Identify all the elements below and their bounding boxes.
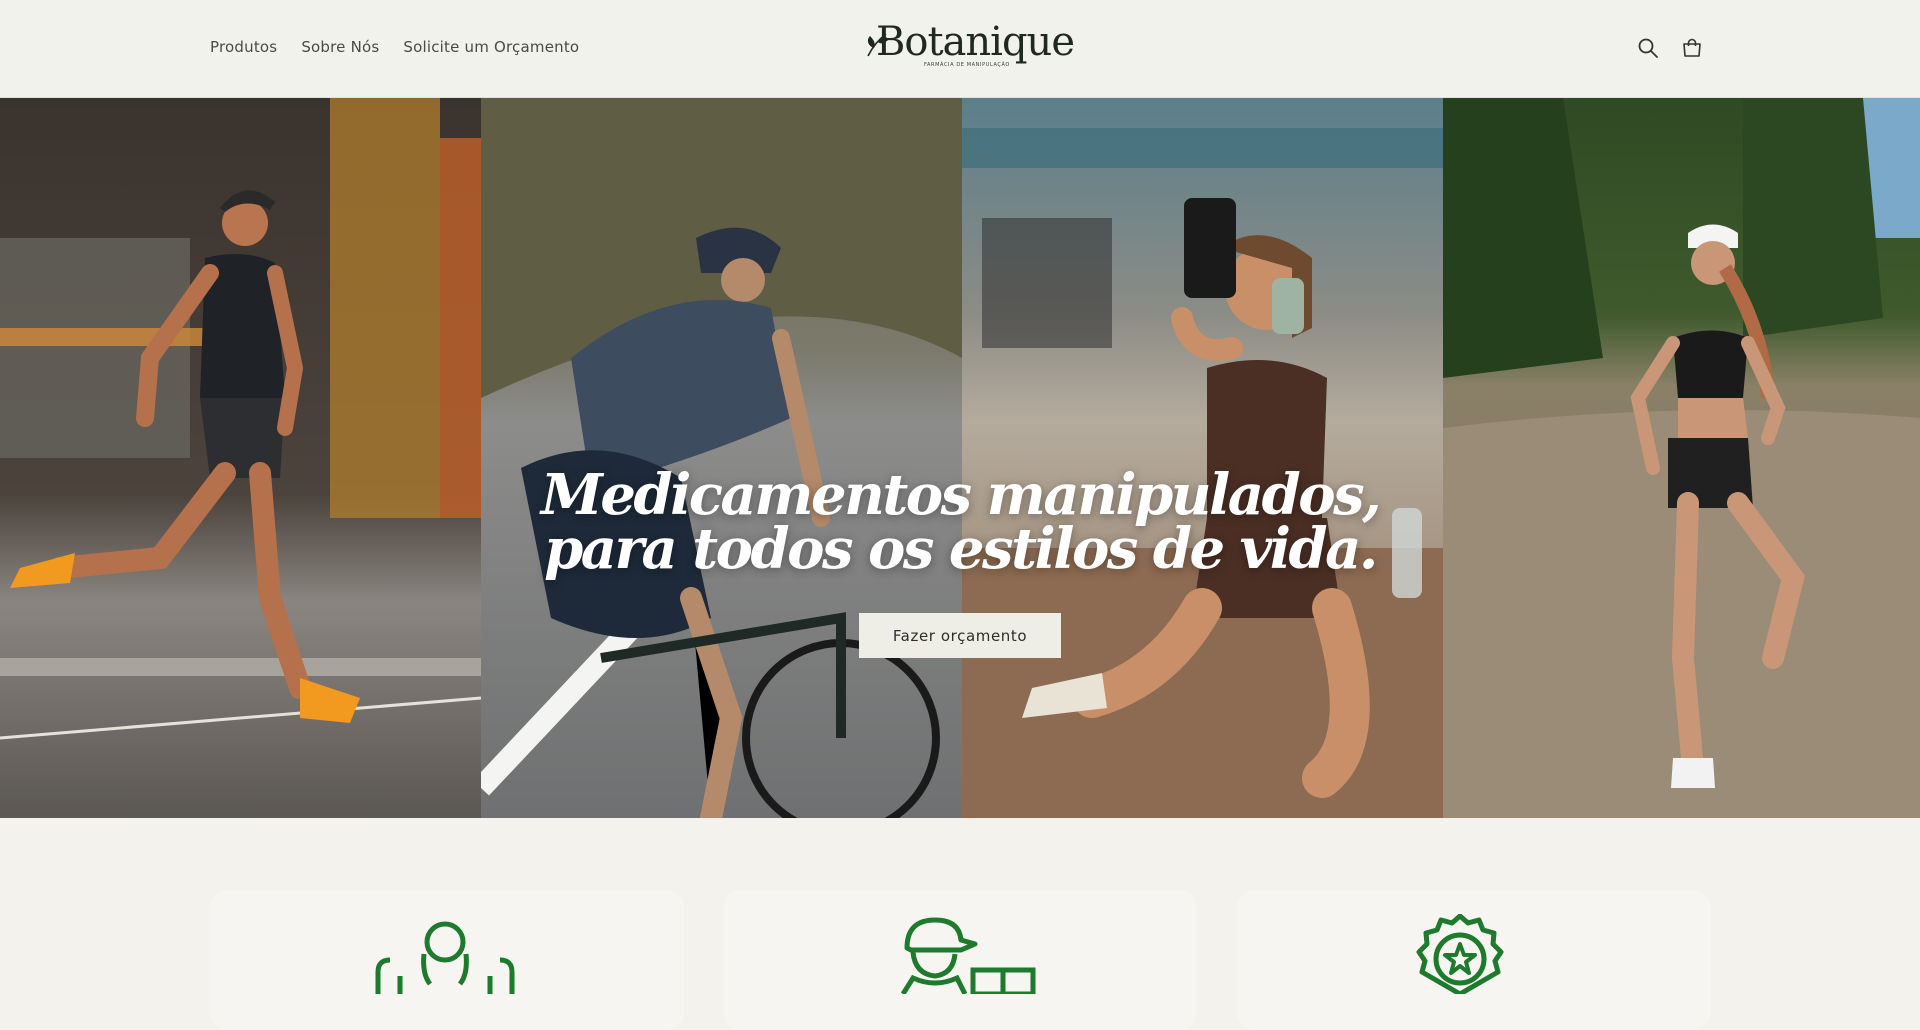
hero-image-runner-city	[0, 98, 481, 818]
nav-link-orcamento[interactable]: Solicite um Orçamento	[403, 38, 579, 56]
logo-wordmark: Botanique	[876, 19, 1075, 65]
hero-title-line-1: Medicamentos manipulados,	[540, 462, 1382, 528]
nav-link-produtos[interactable]: Produtos	[210, 38, 277, 56]
hero-image-gym-selfie	[962, 98, 1443, 818]
quality-badge-icon	[1416, 914, 1504, 994]
feature-card-2	[723, 890, 1197, 1030]
search-icon[interactable]	[1636, 36, 1660, 60]
main-nav: Produtos Sobre Nós Solicite um Orçamento	[210, 38, 579, 56]
logo-tagline: FARMÁCIA DE MANIPULAÇÃO	[924, 62, 1010, 68]
request-quote-button[interactable]: Fazer orçamento	[859, 613, 1061, 658]
hero-image-cyclist	[481, 98, 962, 818]
cart-icon[interactable]	[1680, 36, 1704, 60]
brand-logo[interactable]: Botanique FARMÁCIA DE MANIPULAÇÃO	[866, 19, 1075, 74]
hero-title: Medicamentos manipulados, para todos os …	[0, 462, 1920, 582]
feature-card-3	[1237, 890, 1711, 1030]
hero-image-trail-runner	[1443, 98, 1920, 818]
feature-card-1	[210, 890, 684, 1030]
nav-link-sobre-nos[interactable]: Sobre Nós	[301, 38, 379, 56]
site-header: Produtos Sobre Nós Solicite um Orçamento…	[0, 0, 1920, 98]
delivery-person-icon	[900, 917, 1036, 994]
hero-title-line-2: para todos os estilos de vida.	[544, 516, 1378, 582]
customer-service-icon	[375, 921, 515, 994]
hero-banner: Medicamentos manipulados, para todos os …	[0, 98, 1920, 818]
